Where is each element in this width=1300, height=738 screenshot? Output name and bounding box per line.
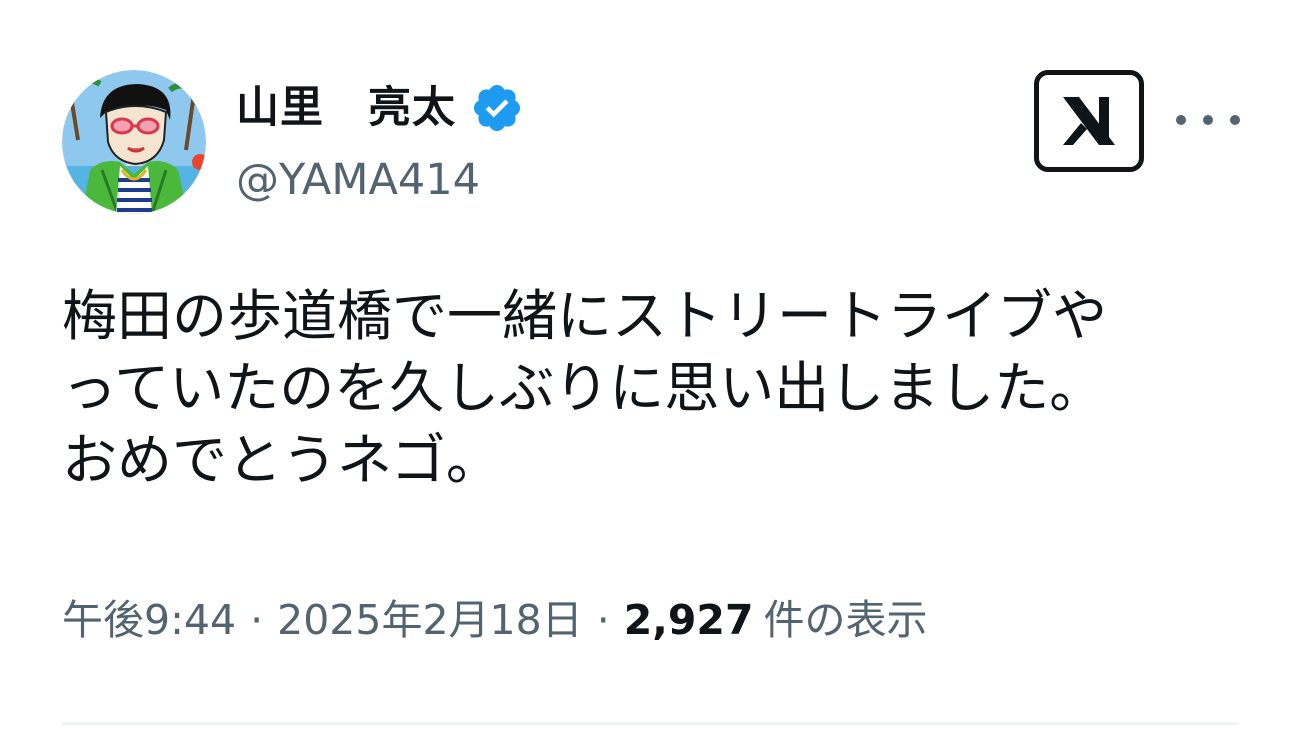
view-count: 2,927 <box>623 596 754 644</box>
tweet-date[interactable]: 2025年2月18日 <box>277 590 583 650</box>
tweet-text-line: 梅田の歩道橋で一緒にストリートライブや <box>62 284 1108 348</box>
more-dot <box>1176 115 1186 125</box>
user-name-row[interactable]: 山里 亮太 <box>236 80 524 136</box>
user-handle[interactable]: @YAMA414 <box>236 152 480 208</box>
divider <box>62 722 1238 725</box>
more-dot <box>1203 115 1213 125</box>
tweet-card: 山里 亮太 @YAMA414 梅田の歩道橋で一緒にストリートライブや っていたの… <box>0 0 1300 738</box>
view-label: 件の表示 <box>763 596 928 644</box>
x-logo-icon[interactable] <box>1034 70 1144 172</box>
more-options-icon[interactable] <box>1176 100 1240 140</box>
tweet-time[interactable]: 午後9:44 <box>62 590 236 650</box>
tweet-text-line: っていたのを久しぶりに思い出しました。 <box>62 356 1105 420</box>
avatar-illustration <box>62 70 206 214</box>
verified-badge-icon <box>470 81 524 135</box>
more-dot <box>1230 115 1240 125</box>
tweet-meta: 午後9:44 · 2025年2月18日 · 2,927 件の表示 <box>62 590 927 650</box>
display-name: 山里 亮太 <box>236 83 456 133</box>
meta-separator: · <box>596 596 610 644</box>
tweet-text-line: おめでとうネゴ。 <box>62 428 501 492</box>
meta-separator: · <box>250 596 264 644</box>
tweet-text: 梅田の歩道橋で一緒にストリートライブや っていたのを久しぶりに思い出しました。 … <box>62 280 1252 496</box>
avatar[interactable] <box>62 70 206 214</box>
